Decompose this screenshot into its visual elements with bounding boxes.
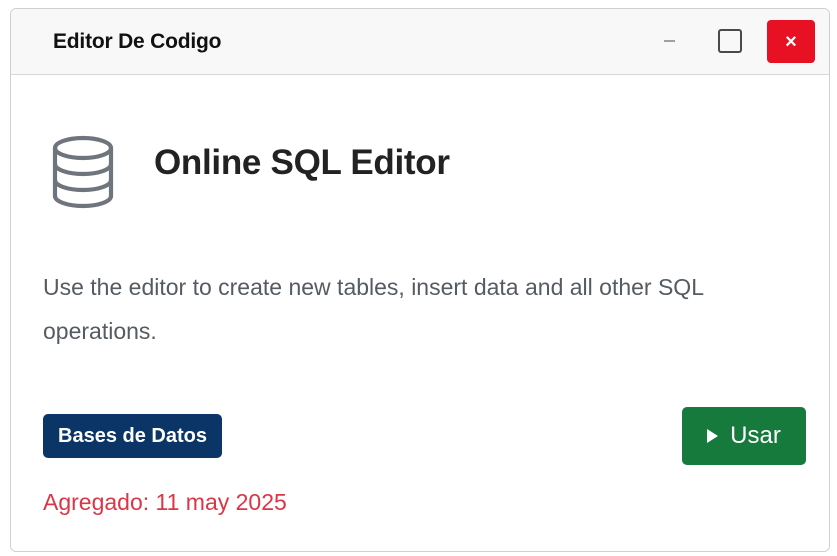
close-button[interactable]: ×: [767, 20, 815, 63]
database-icon: [52, 135, 114, 209]
use-button-label: Usar: [730, 422, 781, 449]
minimize-button[interactable]: [649, 20, 689, 62]
category-badge: Bases de Datos: [43, 414, 222, 458]
title-bar: Editor De Codigo ×: [11, 9, 829, 75]
window-title: Editor De Codigo: [53, 30, 222, 53]
use-button[interactable]: Usar: [682, 407, 806, 465]
maximize-icon: [718, 29, 742, 53]
close-icon: ×: [785, 30, 797, 53]
added-date: Agregado: 11 may 2025: [43, 489, 287, 515]
play-icon: [707, 429, 719, 443]
card-description: Use the editor to create new tables, ins…: [43, 274, 704, 344]
maximize-button[interactable]: [710, 20, 750, 62]
minimize-icon: [663, 40, 675, 42]
app-window: Editor De Codigo × Online SQL Editor Use…: [10, 8, 830, 552]
card-title: Online SQL Editor: [154, 143, 450, 182]
